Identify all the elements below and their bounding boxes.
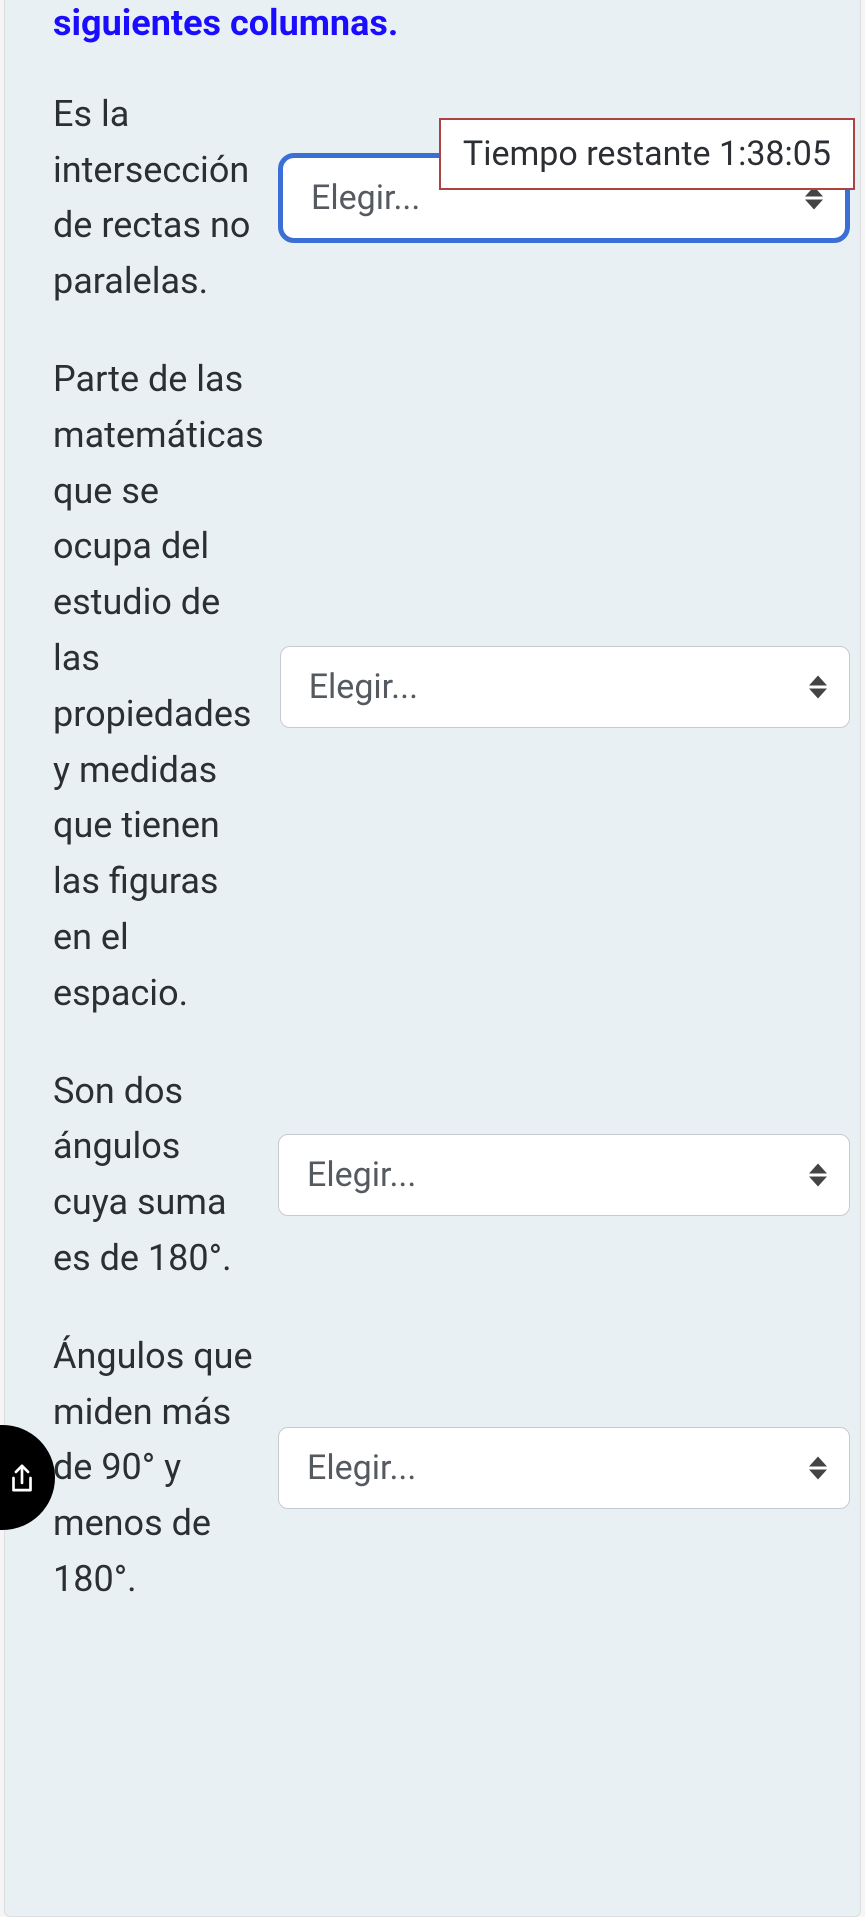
chevron-down-icon: [809, 688, 827, 698]
question-control: Elegir...: [280, 646, 860, 728]
answer-select-2[interactable]: Elegir...: [280, 646, 850, 728]
instruction-text: siguientes columnas.: [5, 0, 860, 87]
select-placeholder: Elegir...: [307, 1448, 416, 1488]
timer-text: Tiempo restante 1:38:05: [463, 134, 831, 174]
question-prompt-text: Es la intersección de rectas no paralela…: [53, 87, 262, 310]
timer-box: Tiempo restante 1:38:05: [439, 118, 855, 190]
select-sort-icon: [805, 187, 823, 210]
chevron-down-icon: [809, 1177, 827, 1187]
select-placeholder: Elegir...: [307, 1155, 416, 1195]
question-prompt-text: Ángulos que miden más de 90° y menos de …: [53, 1329, 262, 1608]
question-prompt: Es la intersección de rectas no paralela…: [53, 87, 278, 310]
chevron-down-icon: [809, 1470, 827, 1480]
answer-select-4[interactable]: Elegir...: [278, 1427, 850, 1509]
question-control: Elegir...: [278, 1134, 860, 1216]
question-row-2: Parte de las matemáticas que se ocupa de…: [53, 352, 860, 1022]
select-placeholder: Elegir...: [311, 178, 420, 218]
question-prompt-text: Parte de las matemáticas que se ocupa de…: [53, 352, 264, 1022]
question-prompt: Parte de las matemáticas que se ocupa de…: [53, 352, 280, 1022]
question-row-4: Ángulos que miden más de 90° y menos de …: [53, 1329, 860, 1608]
chevron-up-icon: [809, 1164, 827, 1174]
question-prompt: Son dos ángulos cuya suma es de 180°.: [53, 1064, 278, 1287]
select-placeholder: Elegir...: [309, 667, 418, 707]
question-rows: Es la intersección de rectas no paralela…: [5, 87, 860, 1608]
select-sort-icon: [809, 1457, 827, 1480]
question-row-3: Son dos ángulos cuya suma es de 180°. El…: [53, 1064, 860, 1287]
select-sort-icon: [809, 1164, 827, 1187]
share-icon: [7, 1461, 37, 1495]
quiz-card: siguientes columnas. Es la intersección …: [4, 0, 861, 1917]
chevron-down-icon: [805, 200, 823, 210]
question-control: Elegir...: [278, 1427, 860, 1509]
question-prompt-text: Son dos ángulos cuya suma es de 180°.: [53, 1064, 262, 1287]
question-prompt: Ángulos que miden más de 90° y menos de …: [53, 1329, 278, 1608]
chevron-up-icon: [809, 1457, 827, 1467]
answer-select-3[interactable]: Elegir...: [278, 1134, 850, 1216]
select-sort-icon: [809, 675, 827, 698]
chevron-up-icon: [809, 675, 827, 685]
